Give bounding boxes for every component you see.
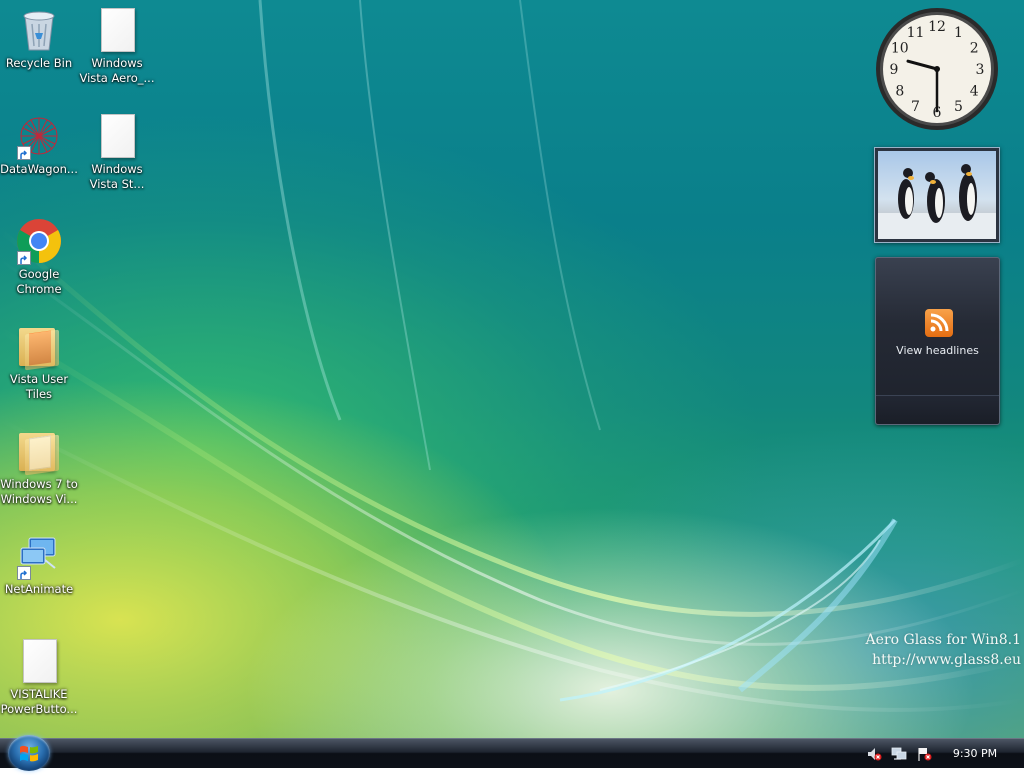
shortcut-arrow-icon	[17, 566, 31, 580]
wallpaper-streaks	[0, 0, 1024, 712]
clock-numeral: 8	[895, 84, 904, 100]
icon-label: DataWagon...	[0, 162, 78, 176]
taskbar: 9:30 PM	[0, 735, 1024, 771]
desktop-icon-windows-vista-st[interactable]: Windows Vista St...	[78, 112, 156, 192]
clock-numeral: 1	[954, 25, 963, 41]
desktop-icon-google-chrome[interactable]: Google Chrome	[0, 217, 78, 297]
desktop-icon-windows-vista-aero[interactable]: Windows Vista Aero_...	[78, 6, 156, 86]
icon-label-line1: Google	[18, 267, 60, 281]
icon-label-line2: Vista St...	[89, 177, 145, 191]
icon-label-line2: Tiles	[25, 387, 53, 401]
clock-numeral: 9	[890, 62, 899, 78]
desktop-icon-netanimate[interactable]: NetAnimate	[0, 532, 78, 597]
folder-icon	[15, 427, 63, 476]
document-icon	[93, 112, 141, 160]
clock-numeral: 7	[911, 99, 920, 115]
icon-label-line1: Vista User	[9, 372, 69, 386]
action-center-flag-icon[interactable]	[916, 746, 932, 762]
shortcut-arrow-icon	[17, 251, 31, 265]
network-icon	[15, 532, 63, 580]
aero-glass-watermark: Aero Glass for Win8.1 http://www.glass8.…	[866, 630, 1021, 670]
icon-label-line1: Windows	[91, 56, 143, 70]
desktop-icon-vista-user-tiles[interactable]: Vista User Tiles	[0, 322, 78, 402]
taskbar-clock[interactable]: 9:30 PM	[945, 739, 1005, 768]
folder-icon	[15, 322, 63, 371]
network-icon[interactable]	[891, 746, 907, 762]
desktop-icon-vistalike-powerbutton[interactable]: VISTALIKE PowerButto...	[0, 637, 78, 717]
icon-label-line2: Chrome	[16, 282, 62, 296]
icon-label-line1: Windows	[91, 162, 143, 176]
document-icon	[93, 6, 141, 54]
clock-numeral: 11	[907, 25, 925, 41]
desktop-icon-recycle-bin[interactable]: Recycle Bin	[0, 6, 78, 71]
clock-gadget[interactable]: 12 1 2 3 4 5 6 7 8 9 10 11	[874, 6, 1000, 132]
view-headlines-link[interactable]: View headlines	[876, 344, 999, 357]
icon-label-line2: Windows Vi...	[0, 492, 78, 506]
datawagon-icon	[15, 112, 63, 160]
icon-label-line1: VISTALIKE	[10, 687, 68, 701]
desktop-icon-windows7-to-vista[interactable]: Windows 7 to Windows Vi...	[0, 427, 78, 507]
feed-headlines-gadget[interactable]: View headlines	[875, 257, 1000, 425]
volume-muted-icon[interactable]	[866, 746, 882, 762]
icon-label: NetAnimate	[4, 582, 74, 596]
watermark-line1: Aero Glass for Win8.1	[865, 632, 1021, 648]
desktop-icon-datawagon[interactable]: DataWagon...	[0, 112, 78, 177]
rss-icon	[925, 309, 953, 337]
windows-logo-icon	[20, 745, 38, 762]
feed-gadget-footer	[876, 395, 999, 424]
clock-numeral: 10	[891, 41, 909, 57]
desktop-background[interactable]: Recycle Bin DataWagon... Google Chrome V…	[0, 0, 1024, 738]
watermark-line2: http://www.glass8.eu	[872, 652, 1021, 668]
slideshow-gadget[interactable]	[874, 147, 1000, 243]
icon-label: Recycle Bin	[5, 56, 73, 70]
document-icon	[15, 637, 63, 685]
chrome-icon	[15, 217, 63, 265]
penguins-photo	[878, 151, 996, 239]
icon-label-line1: Windows 7 to	[0, 477, 78, 491]
start-button[interactable]	[8, 735, 50, 771]
clock-numeral: 12	[928, 19, 946, 35]
icon-label-line2: Vista Aero_...	[79, 71, 155, 85]
recycle-bin-icon	[15, 6, 63, 54]
analog-clock-face: 12 1234567891011	[876, 8, 998, 130]
clock-numeral: 2	[970, 41, 979, 57]
clock-numeral: 4	[970, 84, 979, 100]
shortcut-arrow-icon	[17, 146, 31, 160]
clock-numeral: 5	[954, 99, 963, 115]
clock-numeral: 3	[976, 62, 985, 78]
icon-label-line2: PowerButto...	[0, 702, 78, 716]
